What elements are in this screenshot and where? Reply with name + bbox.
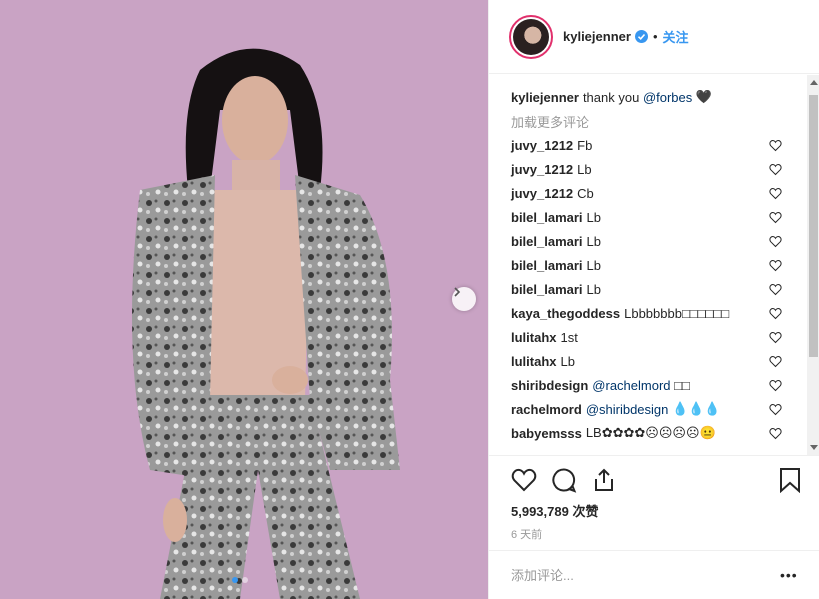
comment-text: Lb [586,281,602,297]
scroll-up-arrow-icon[interactable] [810,80,818,85]
share-icon[interactable] [591,467,617,493]
comment-icon[interactable] [551,467,577,493]
comment-text: Fb [577,137,593,153]
carousel-dot [242,577,248,583]
comment-username[interactable]: rachelmord [511,402,582,417]
comment-text: Lbbbbbbb□□□□□□ [624,305,730,321]
comment-username[interactable]: lulitahx [511,330,557,345]
comment-username[interactable]: juvy_1212 [511,138,573,153]
comment-row: bilel_lamari Lb [511,229,819,253]
header-separator: • [652,29,658,44]
comment-row: lulitahx 1st [511,325,819,349]
comment-row: lulitahx Lb [511,349,819,373]
comment-like-icon[interactable] [769,187,782,200]
avatar[interactable] [509,14,553,59]
add-comment-bar: ••• [489,550,819,599]
caption: kyliejenner thank you @forbes 🖤 [511,85,819,109]
comment-like-icon[interactable] [769,235,782,248]
comments-scrollbar[interactable] [807,75,819,455]
author-username[interactable]: kyliejenner [563,29,631,44]
bookmark-icon[interactable] [777,467,803,493]
comment-like-icon[interactable] [769,211,782,224]
comment-row: babyemsss LB✿✿✿✿☹☹☹☹😐 [511,421,819,445]
comment-mention[interactable]: @rachelmord [592,378,670,393]
comment-like-icon[interactable] [769,355,782,368]
comment-row: bilel_lamari Lb [511,205,819,229]
comment-text: 💧💧💧 [672,401,721,416]
comment-row: juvy_1212 Fb [511,133,819,157]
comment-row: bilel_lamari Lb [511,253,819,277]
follow-button[interactable]: 关注 [663,27,689,46]
comment-row: bilel_lamari Lb [511,277,819,301]
comment-username[interactable]: juvy_1212 [511,162,573,177]
comment-text: LB✿✿✿✿☹☹☹☹😐 [585,425,716,440]
comment-username[interactable]: bilel_lamari [511,282,583,297]
caption-author[interactable]: kyliejenner [511,90,579,105]
comment-row: juvy_1212 Cb [511,181,819,205]
heart-icon[interactable] [511,467,537,493]
verified-badge-icon [634,30,648,43]
post-age[interactable]: 6 天前 [511,526,542,542]
comment-input[interactable] [511,567,751,583]
chevron-right-icon [454,287,461,297]
comment-like-icon[interactable] [769,139,782,152]
comment-text: Cb [577,185,594,201]
comment-text: Lb [586,257,602,273]
comment-username[interactable]: babyemsss [511,426,582,441]
comment-like-icon[interactable] [769,403,782,416]
carousel-indicator [232,577,248,583]
comment-like-icon[interactable] [769,307,782,320]
comment-username[interactable]: lulitahx [511,354,557,369]
comment-text: Lb [560,353,575,369]
post-panel: kyliejenner • 关注 kyliejenner thank you @… [488,0,819,599]
load-more-comments-button[interactable]: 加载更多评论 [511,109,819,133]
caption-mention[interactable]: @forbes [643,90,692,105]
comment-username[interactable]: juvy_1212 [511,186,573,201]
comment-like-icon[interactable] [769,163,782,176]
post-photo[interactable] [0,0,488,599]
post-actions: 5,993,789 次赞 6 天前 [489,455,819,550]
comment-like-icon[interactable] [769,427,782,440]
comment-like-icon[interactable] [769,379,782,392]
post-header: kyliejenner • 关注 [489,0,819,74]
comment-text: Lb [577,161,592,177]
comment-mention[interactable]: @shiribdesign [586,402,669,417]
caption-text: thank you [582,89,640,105]
caption-emoji: 🖤 [695,89,713,104]
comment-row: rachelmord @shiribdesign 💧💧💧 [511,397,819,421]
comment-text: Lb [586,209,602,225]
photo-illustration [0,0,488,599]
comment-row: kaya_thegoddess Lbbbbbbb□□□□□□ [511,301,819,325]
carousel-dot [232,577,238,583]
comments-list: kyliejenner thank you @forbes 🖤 加载更多评论 j… [489,75,819,455]
comment-username[interactable]: bilel_lamari [511,210,583,225]
comment-username[interactable]: shiribdesign [511,378,588,393]
comment-text: 1st [560,329,578,345]
comment-text: Lb [586,233,602,249]
next-photo-button[interactable] [452,287,476,311]
like-count[interactable]: 5,993,789 次赞 [511,501,598,520]
comment-username[interactable]: kaya_thegoddess [511,306,620,321]
comment-like-icon[interactable] [769,283,782,296]
avatar-image [513,18,549,55]
comment-row: shiribdesign @rachelmord □□ [511,373,819,397]
scroll-thumb[interactable] [809,95,818,357]
scroll-down-arrow-icon[interactable] [810,445,818,450]
comment-like-icon[interactable] [769,259,782,272]
comment-row: juvy_1212 Lb [511,157,819,181]
comment-username[interactable]: bilel_lamari [511,234,583,249]
comment-username[interactable]: bilel_lamari [511,258,583,273]
more-options-button[interactable]: ••• [780,568,798,582]
comment-text: □□ [674,377,690,393]
comment-like-icon[interactable] [769,331,782,344]
